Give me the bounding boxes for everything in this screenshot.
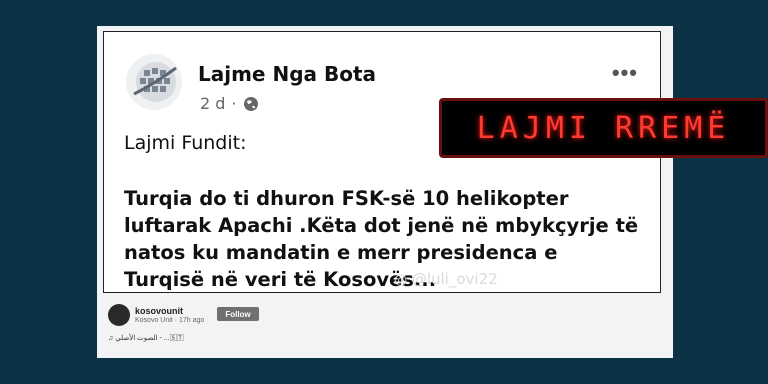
logo-globe-icon <box>133 62 177 102</box>
page-avatar[interactable] <box>126 54 182 110</box>
more-options-icon[interactable]: ••• <box>612 60 638 86</box>
user-avatar[interactable] <box>108 304 130 326</box>
post-card: Lajme Nga Bota 2 d · ••• Lajmi Fundit: T… <box>103 31 661 293</box>
post-lead: Lajmi Fundit: <box>124 132 247 154</box>
meta-separator: · <box>231 94 237 113</box>
post-time[interactable]: 2 d <box>200 94 225 113</box>
fake-news-label: LAJMI RREMË <box>476 110 731 146</box>
post-screenshot: Lajme Nga Bota 2 d · ••• Lajmi Fundit: T… <box>97 26 673 358</box>
fake-news-badge: LAJMI RREMË <box>439 98 768 158</box>
user-subtitle: Kosovo Unit · 17h ago <box>135 317 205 324</box>
post-meta: 2 d · <box>200 94 259 113</box>
username[interactable]: kosovounit <box>135 306 183 316</box>
audio-label[interactable]: ♫ الصوت الأصلي - ...🅂🅃 <box>108 333 184 343</box>
page-name[interactable]: Lajme Nga Bota <box>198 62 376 86</box>
globe-icon <box>243 96 258 111</box>
follow-button[interactable]: Follow <box>217 307 259 321</box>
post-body: Turqia do ti dhuron FSK-së 10 helikopter… <box>124 187 639 291</box>
watermark: ◎ @luli_ovi22 <box>394 270 498 288</box>
